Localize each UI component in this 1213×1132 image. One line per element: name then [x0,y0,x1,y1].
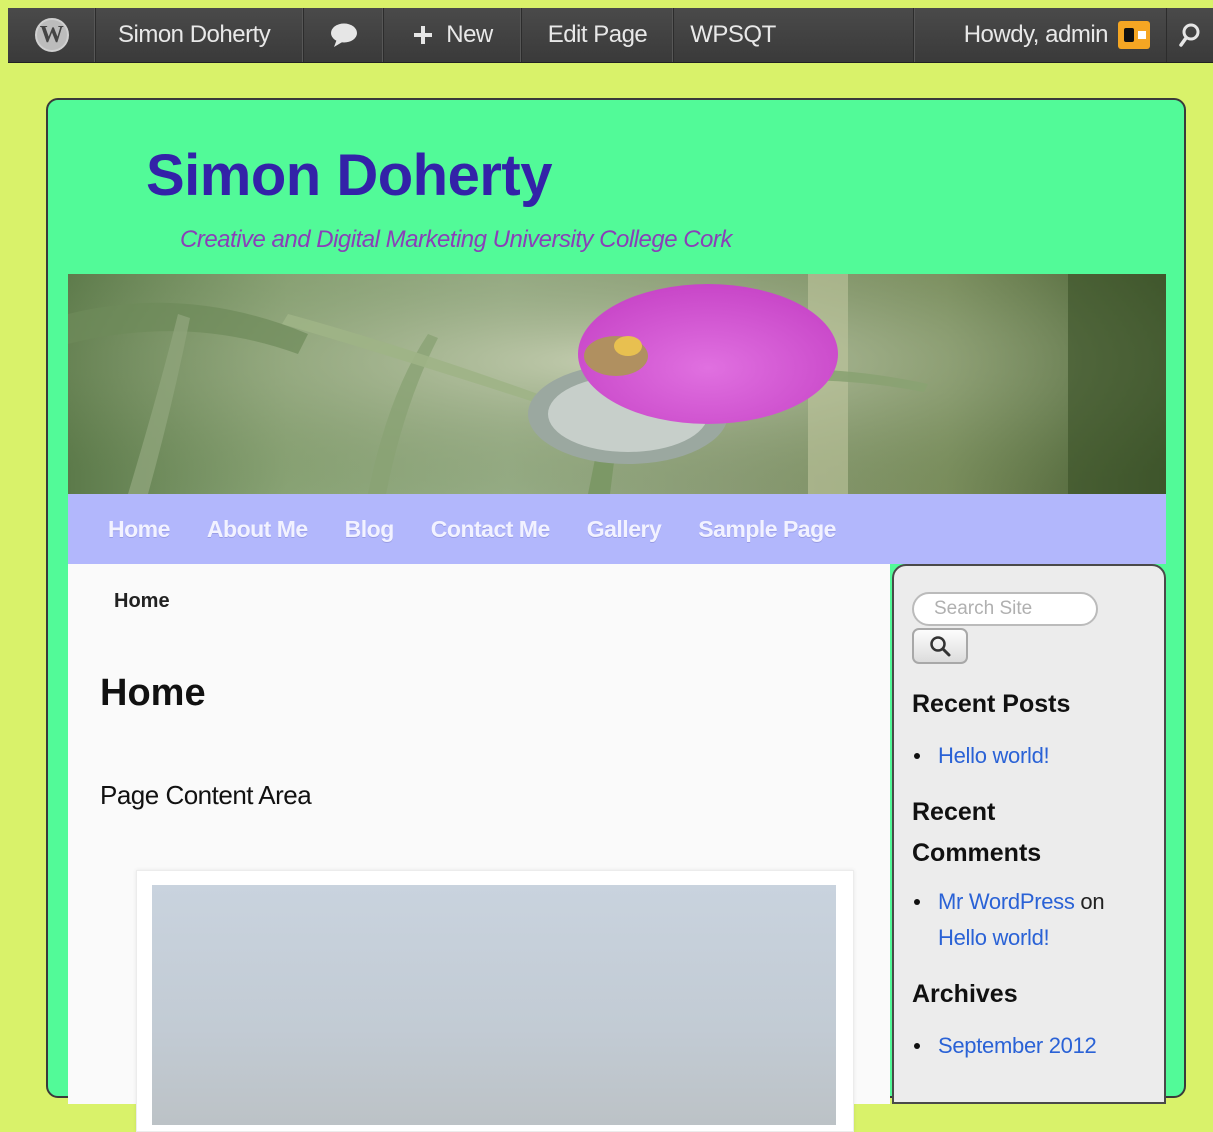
wpsqt-label: WPSQT [690,21,776,48]
avatar [1118,21,1150,49]
nav-item-home[interactable]: Home [108,516,170,543]
howdy-label: Howdy, admin [963,21,1109,48]
wordpress-logo-icon: W [34,18,69,52]
wpsqt-menu[interactable]: WPSQT [674,8,792,62]
page-content-text: Page Content Area [100,780,312,810]
archive-link[interactable]: September 2012 [938,1033,1097,1058]
site-name-link[interactable]: Simon Doherty [96,8,304,62]
main-navigation: Home About Me Blog Contact Me Gallery Sa… [68,494,1166,564]
main-content: Home Home Page Content Area [68,564,890,1132]
recent-post-link[interactable]: Hello world! [938,743,1050,768]
search-icon [1179,23,1200,47]
content-image[interactable] [152,885,836,1125]
new-content-menu[interactable]: New [384,8,522,62]
admin-bar: W Simon Doherty New Edit Page WPSQT Howd… [8,8,1213,63]
comment-author-link[interactable]: Mr WordPress [938,889,1075,914]
sidebar: Recent Posts Hello world! Recent Comment… [892,564,1166,1104]
site-name-label: Simon Doherty [118,21,271,48]
page-container: Simon Doherty Creative and Digital Marke… [46,98,1186,1132]
comments-button[interactable] [304,8,384,62]
nav-item-about-me[interactable]: About Me [207,516,308,543]
nav-item-blog[interactable]: Blog [345,516,395,543]
search-button[interactable] [912,628,968,664]
recent-comments-title: Recent Comments [912,792,1041,874]
archives-list: September 2012 [912,1028,1152,1064]
recent-posts-list: Hello world! [912,738,1152,774]
recent-posts-title: Recent Posts [912,690,1071,718]
comment-bubble-icon [330,23,357,47]
comment-connector: on [1080,889,1105,914]
comment-post-link[interactable]: Hello world! [938,925,1050,950]
nav-item-sample-page[interactable]: Sample Page [698,516,836,543]
account-menu[interactable]: Howdy, admin [913,8,1167,62]
archives-title: Archives [912,980,1018,1008]
recent-comments-title-line1: Recent [912,798,996,826]
magnifier-icon [930,636,951,657]
recent-comments-title-line2: Comments [912,839,1042,867]
breadcrumb: Home [114,590,170,612]
list-item: September 2012 [912,1028,1152,1064]
plus-icon [414,26,433,44]
header-image [68,274,1166,494]
list-item: Mr WordPress on Hello world! [912,884,1152,956]
edit-page-link[interactable]: Edit Page [522,8,674,62]
nav-item-gallery[interactable]: Gallery [587,516,662,543]
nav-item-contact-me[interactable]: Contact Me [431,516,550,543]
edit-page-label: Edit Page [547,21,648,48]
new-label: New [446,21,493,48]
wordpress-logo-menu[interactable]: W [8,8,96,62]
search-input[interactable] [912,592,1098,626]
site-description: Creative and Digital Marketing Universit… [180,226,732,253]
content-image-frame [136,870,854,1132]
site-title[interactable]: Simon Doherty [146,142,553,209]
list-item: Hello world! [912,738,1152,774]
recent-comments-list: Mr WordPress on Hello world! [912,884,1152,956]
page-title: Home [100,672,206,714]
thistle-header-illustration [68,274,1166,494]
admin-search-button[interactable] [1167,8,1213,62]
